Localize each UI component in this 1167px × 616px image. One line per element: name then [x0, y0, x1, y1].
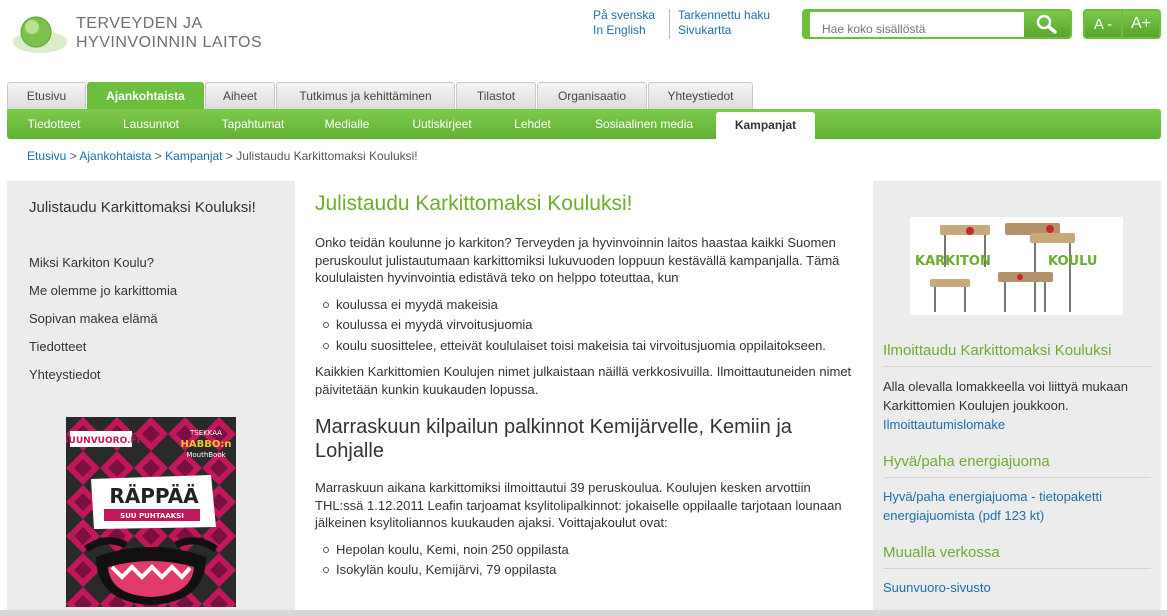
breadcrumb-kampanjat[interactable]: Kampanjat — [165, 149, 222, 163]
breadcrumb: Etusivu > Ajankohtaista > Kampanjat > Ju… — [27, 149, 418, 163]
section-divider — [883, 568, 1151, 569]
advanced-search-link[interactable]: Tarkennettu haku — [678, 8, 770, 23]
signup-form-link[interactable]: Ilmoittautumislomake — [883, 417, 1005, 432]
logo-line-1: TERVEYDEN JA — [76, 15, 203, 32]
section-divider — [883, 366, 1151, 367]
banner-tag-3: MouthBook — [186, 451, 226, 459]
signup-section-text: Alla olevalla lomakkeella voi liittyä mu… — [883, 377, 1153, 434]
font-smaller-button[interactable]: A - — [1085, 11, 1121, 37]
signup-section-title: Ilmoittaudu Karkittomaksi Kouluksi — [883, 342, 1112, 359]
sub-tab-tiedotteet[interactable]: Tiedotteet — [15, 109, 93, 139]
logo-word-2: KOULU — [1048, 254, 1097, 269]
utility-links: Tarkennettu haku Sivukartta — [678, 8, 770, 38]
contest-paragraph: Marraskuun aikana karkittomiksi ilmoitta… — [315, 480, 842, 530]
list-item: Hepolan koulu, Kemi, noin 250 oppilasta — [323, 541, 855, 559]
campaign-logo-graphic: KARKITON KOULU — [915, 223, 1097, 312]
karkiton-koulu-logo[interactable]: KARKITON KOULU — [910, 217, 1123, 315]
sub-tab-uutiskirjeet[interactable]: Uutiskirjeet — [397, 109, 487, 139]
logo-line-2: HYVINVOINNIN LAITOS — [76, 34, 263, 51]
logo-wordmark: TERVEYDEN JA HYVINVOINNIN LAITOS — [76, 14, 262, 52]
sub-tab-lehdet[interactable]: Lehdet — [501, 109, 564, 139]
banner-graphic: SUUNVUORO.FI TSEKKAA HABBO:n MouthBook R… — [66, 417, 236, 607]
main-tab-yhteystiedot[interactable]: Yhteystiedot — [648, 82, 753, 109]
sub-tab-medialle[interactable]: Medialle — [312, 109, 382, 139]
search-box — [802, 9, 1072, 39]
banner-sub: SUU PUHTAAKSI — [120, 512, 184, 520]
right-sidebar: KARKITON KOULU Ilmoittaudu Karkittomaksi… — [873, 181, 1161, 616]
site-header: TERVEYDEN JA HYVINVOINNIN LAITOS På sven… — [0, 0, 1167, 80]
sub-navigation: Tiedotteet Lausunnot Tapahtumat Medialle… — [7, 109, 1161, 139]
sidebar-item-tiedotteet[interactable]: Tiedotteet — [29, 339, 177, 367]
breadcrumb-ajankohtaista[interactable]: Ajankohtaista — [79, 149, 151, 163]
energy-drink-pdf-link[interactable]: Hyvä/paha energiajuoma - tietopaketti en… — [883, 489, 1102, 523]
breadcrumb-current: Julistaudu Karkittomaksi Kouluksi! — [236, 149, 418, 163]
header-divider — [669, 9, 670, 39]
sub-tab-tapahtumat[interactable]: Tapahtumat — [207, 109, 299, 139]
banner-tag-1: TSEKKAA — [189, 429, 222, 437]
lang-swedish-link[interactable]: På svenska — [593, 8, 655, 23]
intro-paragraph: Onko teidän koulunne jo karkiton? Tervey… — [315, 235, 840, 285]
winners-list: Hepolan koulu, Kemi, noin 250 oppilasta … — [323, 541, 855, 579]
suunvuoro-banner[interactable]: SUUNVUORO.FI TSEKKAA HABBO:n MouthBook R… — [66, 417, 236, 607]
breadcrumb-etusivu[interactable]: Etusivu — [27, 149, 66, 163]
sidebar-nav: Miksi Karkiton Koulu? Me olemme jo karki… — [29, 255, 177, 395]
sub-tab-lausunnot[interactable]: Lausunnot — [107, 109, 195, 139]
page-title: Julistaudu Karkittomaksi Kouluksi! — [315, 192, 633, 215]
main-tab-etusivu[interactable]: Etusivu — [7, 82, 86, 109]
main-tab-aiheet[interactable]: Aiheet — [205, 82, 275, 109]
energy-drink-section-text: Hyvä/paha energiajuoma - tietopaketti en… — [883, 487, 1153, 525]
sub-tab-kampanjat[interactable]: Kampanjat — [716, 112, 815, 139]
breadcrumb-separator: > — [69, 149, 77, 163]
list-item: koulussa ei myydä makeisia — [323, 296, 855, 314]
sidebar-item-miksi[interactable]: Miksi Karkiton Koulu? — [29, 255, 177, 283]
elsewhere-section-title: Muualla verkossa — [883, 544, 1000, 561]
font-size-controls: A - A+ — [1083, 9, 1161, 39]
section-heading: Marraskuun kilpailun palkinnot Kemijärve… — [315, 416, 792, 462]
breadcrumb-separator: > — [154, 149, 162, 163]
left-sidebar: Julistaudu Karkittomaksi Kouluksi! Miksi… — [7, 181, 295, 616]
sidebar-item-me-olemme[interactable]: Me olemme jo karkittomia — [29, 283, 177, 311]
list-item: Isokylän koulu, Kemijärvi, 79 oppilasta — [323, 561, 855, 579]
suunvuoro-link[interactable]: Suunvuoro-sivusto — [883, 580, 991, 595]
search-input[interactable] — [810, 12, 1024, 37]
sidebar-item-sopivan-makea[interactable]: Sopivan makea elämä — [29, 311, 177, 339]
thl-logo[interactable]: TERVEYDEN JA HYVINVOINNIN LAITOS — [12, 10, 282, 56]
criteria-list: koulussa ei myydä makeisia koulussa ei m… — [323, 296, 855, 355]
main-tab-tilastot[interactable]: Tilastot — [456, 82, 536, 109]
banner-tag-2: HABBO:n — [181, 439, 232, 450]
energy-drink-section-title: Hyvä/paha energiajuoma — [883, 453, 1050, 470]
language-links: På svenska In English — [593, 8, 655, 38]
lang-english-link[interactable]: In English — [593, 23, 655, 38]
sidebar-title: Julistaudu Karkittomaksi Kouluksi! — [29, 199, 256, 216]
font-larger-button[interactable]: A+ — [1123, 11, 1159, 37]
window-bottom-edge — [0, 610, 1167, 616]
breadcrumb-separator: > — [225, 149, 233, 163]
banner-brand: SUUNVUORO.FI — [66, 436, 140, 446]
sub-tab-sosiaalinen-media[interactable]: Sosiaalinen media — [579, 109, 709, 139]
sidebar-item-yhteystiedot[interactable]: Yhteystiedot — [29, 367, 177, 395]
publish-paragraph: Kaikkien Karkittomien Koulujen nimet jul… — [315, 364, 852, 397]
search-button[interactable] — [1024, 11, 1070, 37]
signup-description: Alla olevalla lomakkeella voi liittyä mu… — [883, 379, 1128, 413]
thl-logo-icon — [13, 16, 67, 53]
main-tab-organisaatio[interactable]: Organisaatio — [537, 82, 647, 109]
main-tab-tutkimus[interactable]: Tutkimus ja kehittäminen — [276, 82, 455, 109]
search-icon — [1036, 14, 1057, 34]
section-divider — [883, 477, 1151, 478]
main-content: Julistaudu Karkittomaksi Kouluksi! Onko … — [315, 181, 855, 588]
elsewhere-section-text: Suunvuoro-sivusto — [883, 578, 1153, 597]
list-item: koulussa ei myydä virvoitusjuomia — [323, 316, 855, 334]
logo-word-1: KARKITON — [915, 254, 991, 269]
list-item: koulu suosittelee, etteivät koululaiset … — [323, 337, 855, 355]
banner-headline: RÄPPÄÄ — [109, 484, 199, 508]
main-tab-ajankohtaista[interactable]: Ajankohtaista — [87, 82, 204, 109]
sitemap-link[interactable]: Sivukartta — [678, 23, 770, 38]
